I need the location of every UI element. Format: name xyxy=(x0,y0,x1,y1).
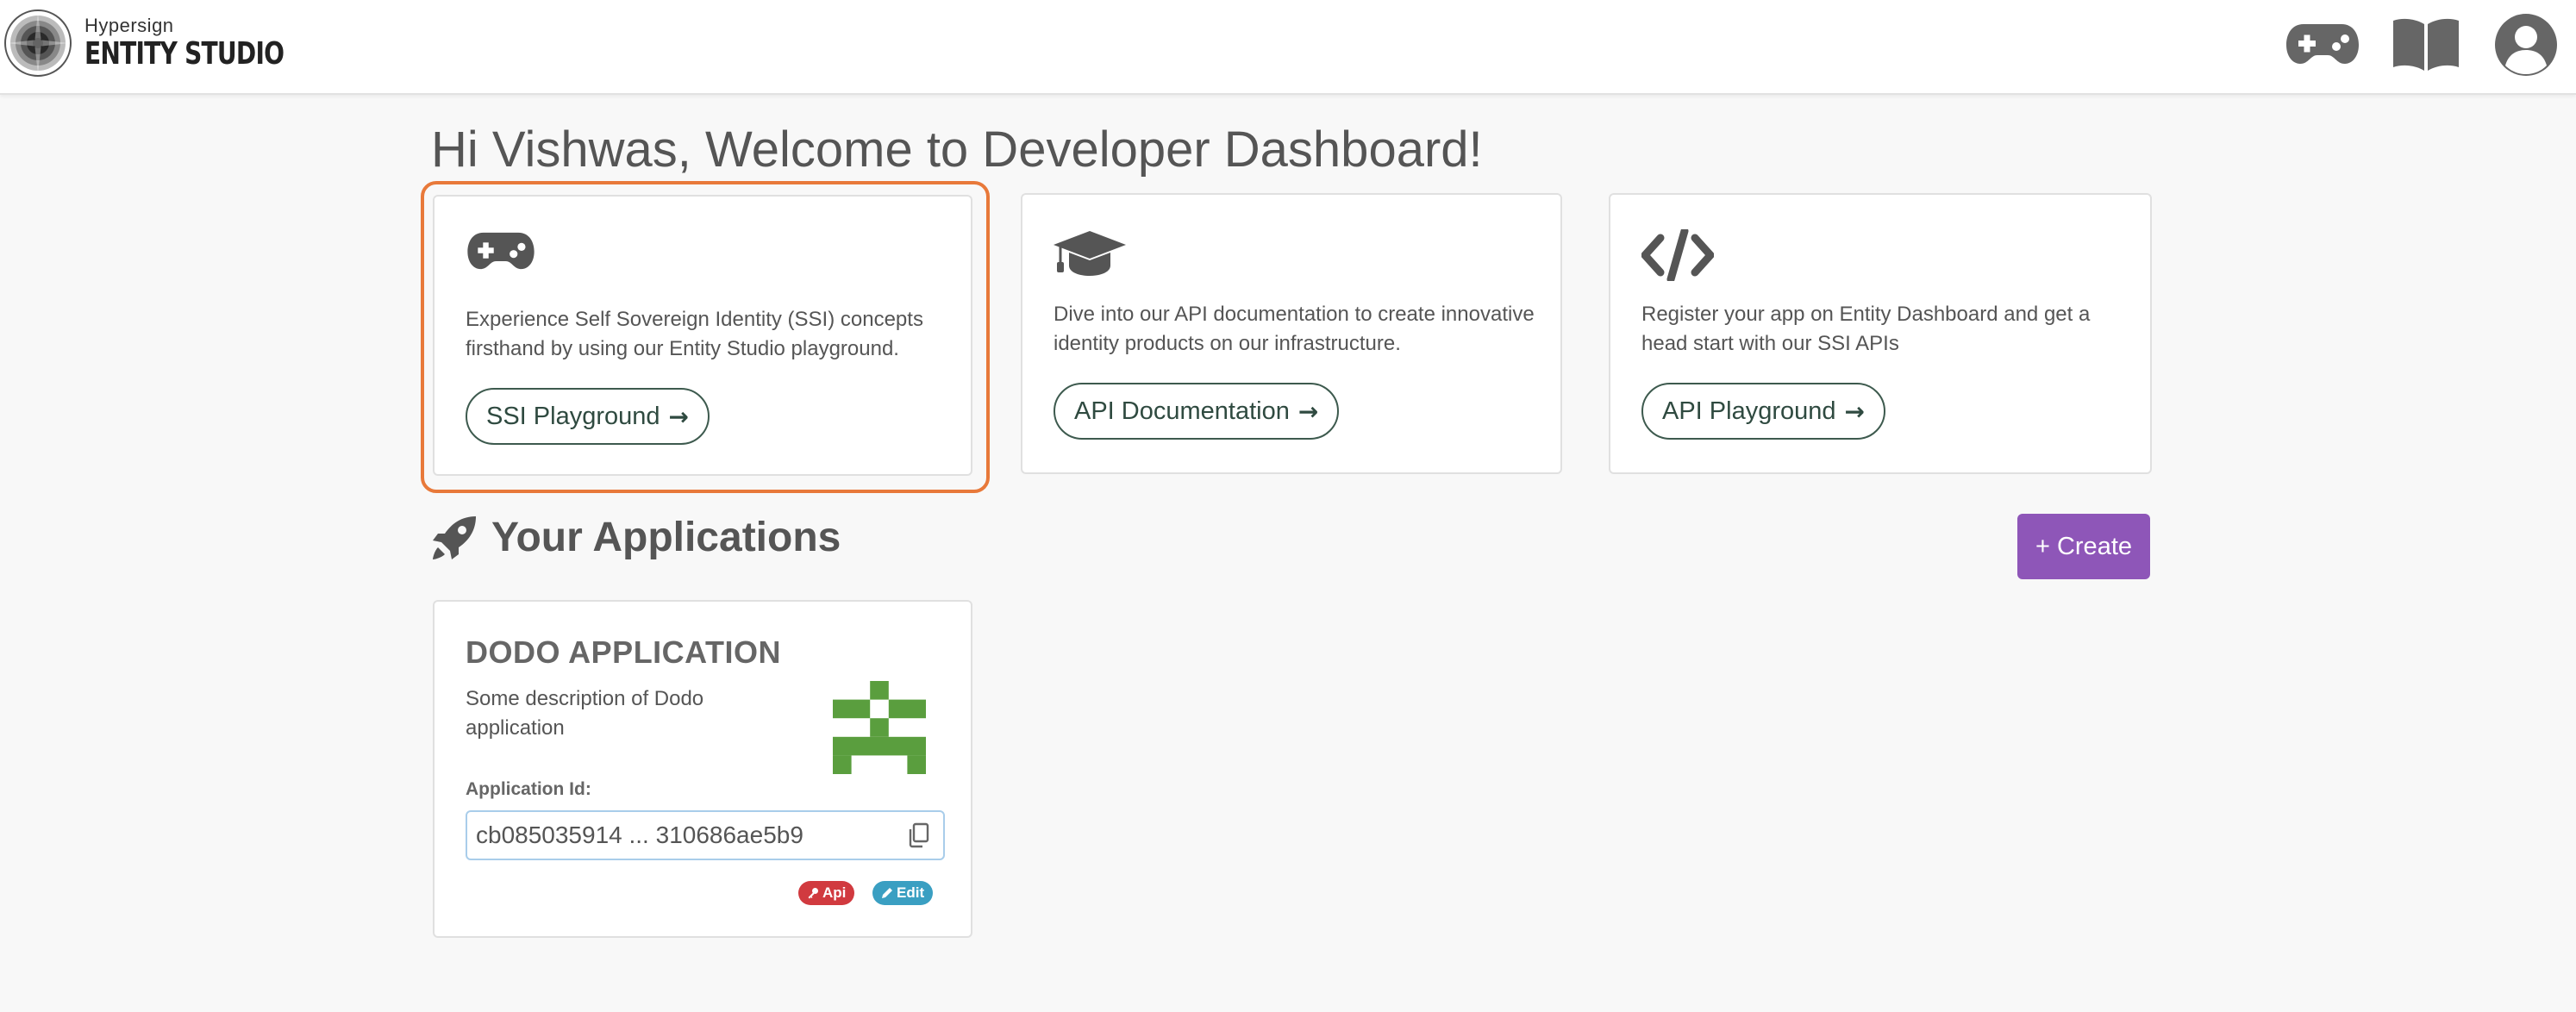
api-playground-card: Register your app on Entity Dashboard an… xyxy=(1609,193,2152,474)
gamepad-icon xyxy=(2286,24,2359,64)
button-label: API Documentation xyxy=(1074,397,1290,425)
edit-badge-button[interactable]: Edit xyxy=(872,881,934,905)
api-playground-button[interactable]: API Playground → xyxy=(1641,383,1885,440)
book-icon xyxy=(2393,18,2459,71)
copy-icon[interactable] xyxy=(907,822,929,848)
brand-title: ENTITY STUDIO xyxy=(84,36,284,72)
card-description: Register your app on Entity Dashboard an… xyxy=(1641,303,2091,355)
user-circle-icon xyxy=(2495,14,2557,76)
edit-badge-label: Edit xyxy=(897,884,925,901)
ssi-playground-button[interactable]: SSI Playground → xyxy=(466,388,710,445)
brand-logo-link[interactable]: Hypersign ENTITY STUDIO xyxy=(3,9,340,78)
api-badge-button[interactable]: Api xyxy=(798,881,855,905)
application-card[interactable]: DODO APPLICATION Some description of Dod… xyxy=(433,600,972,938)
application-description: Some description of Dodo application xyxy=(466,687,704,740)
application-id-label: Application Id: xyxy=(466,779,591,799)
gamepad-icon xyxy=(467,232,535,270)
playground-nav-button[interactable] xyxy=(2286,19,2359,67)
user-profile-button[interactable] xyxy=(2495,14,2557,76)
rocket-icon xyxy=(433,515,476,559)
ssi-playground-card: Experience Self Sovereign Identity (SSI)… xyxy=(433,195,972,476)
api-docs-card: Dive into our API documentation to creat… xyxy=(1021,193,1562,474)
code-icon xyxy=(1641,229,1714,281)
api-badge-label: Api xyxy=(822,884,847,901)
pencil-icon xyxy=(882,888,892,898)
entity-studio-logo-icon xyxy=(4,9,72,77)
brand-subtitle: Hypersign xyxy=(84,15,174,36)
application-id-field[interactable]: cb085035914 ... 310686ae5b9 xyxy=(466,810,945,860)
application-id-value: cb085035914 ... 310686ae5b9 xyxy=(476,821,803,848)
arrow-right-icon: → xyxy=(1844,397,1865,426)
button-label: API Playground xyxy=(1662,397,1836,425)
applications-header: Your Applications xyxy=(431,514,841,561)
arrow-right-icon: → xyxy=(1297,397,1319,426)
application-identicon xyxy=(833,681,926,774)
api-documentation-button[interactable]: API Documentation → xyxy=(1054,383,1340,440)
docs-nav-button[interactable] xyxy=(2393,17,2459,71)
key-icon xyxy=(808,888,818,899)
graduation-cap-icon xyxy=(1054,231,1126,276)
button-label: SSI Playground xyxy=(486,402,660,430)
arrow-right-icon: → xyxy=(668,402,689,431)
card-description: Dive into our API documentation to creat… xyxy=(1054,303,1535,355)
application-name: DODO APPLICATION xyxy=(466,634,781,670)
applications-title: Your Applications xyxy=(491,515,841,560)
create-application-button[interactable]: + Create xyxy=(2017,514,2150,579)
card-description: Experience Self Sovereign Identity (SSI)… xyxy=(466,308,923,360)
top-navbar: Hypersign ENTITY STUDIO xyxy=(0,0,2576,95)
page-title: Hi Vishwas, Welcome to Developer Dashboa… xyxy=(431,122,1483,178)
